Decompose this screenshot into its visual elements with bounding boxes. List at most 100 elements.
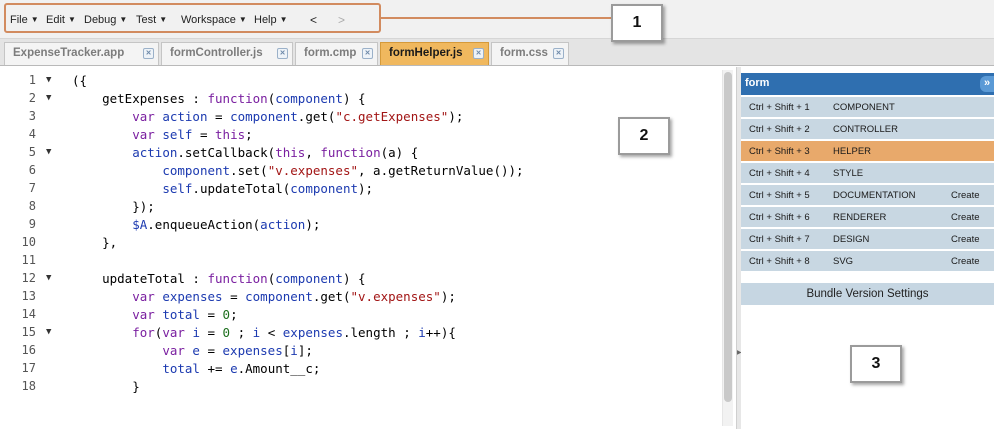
fold-icon[interactable]: ▼ (46, 75, 51, 85)
code-line[interactable]: for(var i = 0 ; i < expenses.length ; i+… (72, 325, 456, 343)
editor-scrollbar[interactable] (722, 70, 733, 426)
bundle-version-settings[interactable]: Bundle Version Settings (741, 283, 994, 305)
code-line[interactable]: $A.enqueueAction(action); (72, 217, 320, 235)
line-number: 16 (0, 343, 72, 361)
menu-highlight-outline (4, 3, 381, 33)
line-number: 15 ▼ (0, 325, 72, 343)
code-line[interactable]: updateTotal : function(component) { (72, 271, 365, 289)
code-line[interactable]: var expenses = component.get("v.expenses… (72, 289, 456, 307)
close-icon[interactable]: ✕ (553, 48, 564, 59)
bundle-item-name: COMPONENT (833, 102, 895, 113)
line-number-text: 9 (28, 217, 36, 231)
tab-formhelper-js[interactable]: formHelper.js ✕ (380, 42, 489, 65)
code-line[interactable]: total += e.Amount__c; (72, 361, 320, 379)
bundle-item-name: STYLE (833, 168, 864, 179)
tab-form-css[interactable]: form.css ✕ (491, 42, 569, 65)
line-number: 3 (0, 109, 72, 127)
fold-icon[interactable]: ▼ (46, 93, 51, 103)
code-line[interactable]: var self = this; (72, 127, 252, 145)
shortcut-label: Ctrl + Shift + 7 (749, 234, 810, 245)
close-icon[interactable]: ✕ (277, 48, 288, 59)
callout-3: 3 (850, 345, 902, 383)
bundle-item-name: HELPER (833, 146, 872, 157)
create-link[interactable]: Create (951, 256, 980, 267)
line-number: 14 (0, 307, 72, 325)
code-line[interactable]: }); (72, 199, 155, 217)
line-number: 9 (0, 217, 72, 235)
bundle-item-name: SVG (833, 256, 854, 267)
code-line[interactable]: var action = component.get("c.getExpense… (72, 109, 463, 127)
close-icon[interactable]: ✕ (143, 48, 154, 59)
line-number: 12 ▼ (0, 271, 72, 289)
line-number: 10 (0, 235, 72, 253)
line-number-text: 4 (28, 127, 36, 141)
tab-label: form.css (500, 47, 548, 59)
close-icon[interactable]: ✕ (362, 48, 373, 59)
tab-formcontroller-js[interactable]: formController.js ✕ (161, 42, 293, 65)
bundle-row-helper[interactable]: Ctrl + Shift + 3 HELPER (741, 141, 994, 162)
bundle-item-name: RENDERER (833, 212, 887, 223)
line-number-text: 14 (21, 307, 36, 321)
line-number: 1 ▼ (0, 73, 72, 91)
bundle-item-name: CONTROLLER (833, 124, 898, 135)
scroll-thumb[interactable] (724, 72, 732, 402)
fold-icon[interactable]: ▼ (46, 147, 51, 157)
line-number: 7 (0, 181, 72, 199)
create-link[interactable]: Create (951, 212, 980, 223)
fold-icon[interactable]: ▼ (46, 327, 51, 337)
line-number-text: 1 (28, 73, 36, 87)
collapse-icon[interactable]: » (980, 76, 994, 92)
code-line[interactable]: ({ (72, 73, 87, 91)
line-number-text: 11 (21, 253, 36, 267)
line-number-text: 18 (21, 379, 36, 393)
code-line[interactable]: var total = 0; (72, 307, 237, 325)
line-number-text: 17 (21, 361, 36, 375)
line-number-text: 7 (28, 181, 36, 195)
line-number-text: 15 (21, 325, 36, 339)
code-line[interactable]: action.setCallback(this, function(a) { (72, 145, 418, 163)
shortcut-label: Ctrl + Shift + 5 (749, 190, 810, 201)
create-link[interactable]: Create (951, 234, 980, 245)
shortcut-label: Ctrl + Shift + 3 (749, 146, 810, 157)
fold-icon[interactable]: ▼ (46, 273, 51, 283)
bundle-row-renderer[interactable]: Ctrl + Shift + 6 RENDERER Create (741, 207, 994, 228)
line-number-text: 6 (28, 163, 36, 177)
callout-2: 2 (618, 117, 670, 155)
line-number: 11 (0, 253, 72, 271)
code-line[interactable]: var e = expenses[i]; (72, 343, 313, 361)
shortcut-label: Ctrl + Shift + 8 (749, 256, 810, 267)
shortcut-label: Ctrl + Shift + 2 (749, 124, 810, 135)
line-number: 17 (0, 361, 72, 379)
code-line[interactable]: } (72, 379, 140, 397)
bundle-row-component[interactable]: Ctrl + Shift + 1 COMPONENT (741, 97, 994, 118)
shortcut-label: Ctrl + Shift + 4 (749, 168, 810, 179)
line-number-text: 16 (21, 343, 36, 357)
create-link[interactable]: Create (951, 190, 980, 201)
tab-form-cmp[interactable]: form.cmp ✕ (295, 42, 378, 65)
bundle-row-svg[interactable]: Ctrl + Shift + 8 SVG Create (741, 251, 994, 272)
tab-bar: ExpenseTracker.app ✕ formController.js ✕… (0, 39, 994, 66)
line-number: 6 (0, 163, 72, 181)
line-number: 8 (0, 199, 72, 217)
bundle-row-controller[interactable]: Ctrl + Shift + 2 CONTROLLER (741, 119, 994, 140)
bundle-row-design[interactable]: Ctrl + Shift + 7 DESIGN Create (741, 229, 994, 250)
panel-header: form » (741, 73, 994, 95)
bundle-row-documentation[interactable]: Ctrl + Shift + 5 DOCUMENTATION Create (741, 185, 994, 206)
code-line[interactable]: self.updateTotal(component); (72, 181, 373, 199)
line-number-text: 2 (28, 91, 36, 105)
line-number-text: 10 (21, 235, 36, 249)
line-number-text: 3 (28, 109, 36, 123)
tab-label: formController.js (170, 47, 263, 59)
tab-expensetracker-app[interactable]: ExpenseTracker.app ✕ (4, 42, 159, 65)
code-line[interactable]: }, (72, 235, 117, 253)
code-line[interactable]: component.set("v.expenses", a.getReturnV… (72, 163, 523, 181)
line-number: 13 (0, 289, 72, 307)
line-number: 2 ▼ (0, 91, 72, 109)
tab-label: formHelper.js (389, 47, 463, 59)
line-number-text: 8 (28, 199, 36, 213)
code-line[interactable]: getExpenses : function(component) { (72, 91, 365, 109)
line-number-text: 12 (21, 271, 36, 285)
callout-connector (381, 17, 611, 19)
close-icon[interactable]: ✕ (473, 48, 484, 59)
bundle-row-style[interactable]: Ctrl + Shift + 4 STYLE (741, 163, 994, 184)
